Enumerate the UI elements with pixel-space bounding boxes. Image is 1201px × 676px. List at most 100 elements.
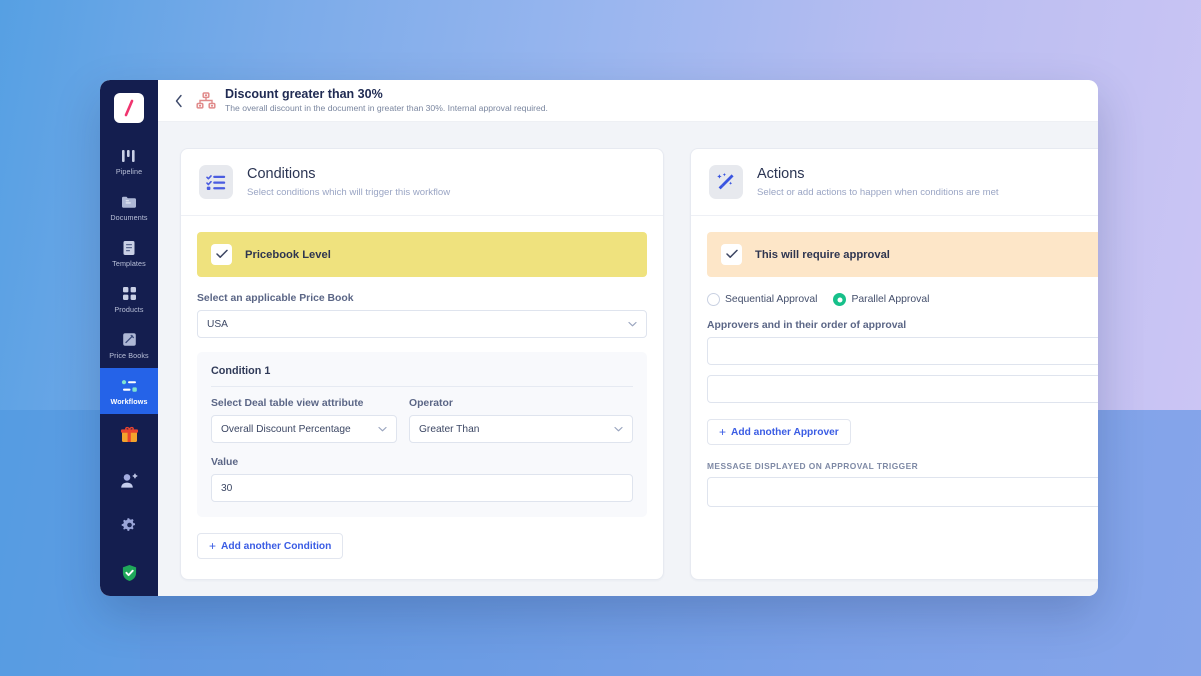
plus-icon: + [719,425,727,439]
conditions-panel-title: Conditions [247,166,316,183]
actions-panel-subtitle: Select or add actions to happen when con… [757,186,999,198]
chevron-down-icon [614,425,623,434]
gear-icon [121,518,138,540]
operator-select[interactable]: Greater Than [409,415,633,443]
require-approval-checkbox[interactable] [721,244,742,265]
page-title: Discount greater than 30% [225,86,383,101]
condition-title: Condition 1 [211,365,633,387]
add-approver-button[interactable]: + Add another Approver [707,419,851,445]
sidebar-item-templates[interactable]: Templates [100,230,158,276]
approval-message-label: MESSAGE DISPLAYED ON APPROVAL TRIGGER [707,461,919,471]
sidebar-item-workflows[interactable]: Workflows [100,368,158,414]
pricebook-level-block: Pricebook Level [197,232,647,277]
approver-input-2[interactable] [707,375,1098,403]
pricebook-level-checkbox[interactable] [211,244,232,265]
app-window: Pipeline Documents Templates Products Pr… [100,80,1098,596]
gift-icon [120,425,139,449]
radio-label: Sequential Approval [725,294,818,305]
sidebar-item-security[interactable] [100,552,158,596]
sidebar-item-price-books[interactable]: Price Books [100,322,158,368]
sidebar-item-products[interactable]: Products [100,276,158,322]
price-book-value: USA [207,318,228,330]
slash-logo[interactable] [114,93,144,123]
check-icon [215,246,228,264]
sidebar-item-label: Documents [110,212,148,222]
add-approver-label: Add another Approver [731,426,839,438]
operator-value: Greater Than [419,423,480,435]
sidebar: Pipeline Documents Templates Products Pr… [100,80,158,596]
attribute-value: Overall Discount Percentage [221,423,351,435]
sidebar-item-label: Workflows [110,396,148,406]
price-book-field-group: Select an applicable Price Book USA [197,293,647,338]
chevron-down-icon [628,320,637,329]
approval-mode-radio-group: Sequential Approval Parallel Approval [707,293,1098,306]
price-book-select[interactable]: USA [197,310,647,338]
documents-icon [120,193,138,211]
sidebar-item-documents[interactable]: Documents [100,184,158,230]
pricebook-level-label: Pricebook Level [245,248,331,261]
sidebar-item-label: Pipeline [115,166,143,176]
topbar: Discount greater than 30% The overall di… [158,80,1098,122]
sidebar-item-pipeline[interactable]: Pipeline [100,138,158,184]
require-approval-header[interactable]: This will require approval [707,232,1098,277]
radio-dot-selected [833,293,847,306]
shield-check-icon [121,564,138,587]
radio-sequential-approval[interactable]: Sequential Approval [707,293,817,306]
page-subtitle: The overall discount in the document in … [225,102,548,113]
value-field-group: Value 30 [211,457,633,502]
add-condition-row: + Add another Condition [197,533,647,559]
check-icon [725,246,738,264]
add-approver-row: + Add another Approver [707,419,1098,445]
condition-row: Select Deal table view attribute Overall… [211,398,633,443]
chevron-down-icon [378,425,387,434]
sidebar-item-add-user[interactable] [100,460,158,506]
products-icon [120,285,138,303]
checklist-icon [199,165,233,199]
value-input-text: 30 [221,482,233,494]
pricebook-level-header[interactable]: Pricebook Level [197,232,647,277]
actions-panel-title: Actions [757,166,805,183]
approval-message-input[interactable] [707,477,1098,507]
radio-label: Parallel Approval [851,294,930,305]
attribute-select[interactable]: Overall Discount Percentage [211,415,397,443]
sidebar-item-label: Price Books [109,350,149,360]
price-book-label: Select an applicable Price Book [197,293,354,304]
chevron-left-icon[interactable] [172,94,186,108]
add-user-icon [120,473,138,494]
require-approval-label: This will require approval [755,248,890,261]
actions-panel-body: This will require approval Sequential Ap… [691,216,1098,527]
actions-panel-header: Actions Select or add actions to happen … [691,149,1098,216]
actions-panel: Actions Select or add actions to happen … [690,148,1098,580]
operator-field-group: Operator Greater Than [409,398,633,443]
approver-input-1[interactable] [707,337,1098,365]
pipeline-icon [120,147,138,165]
require-approval-block: This will require approval [707,232,1098,277]
sidebar-item-label: Templates [112,258,146,268]
sidebar-item-gift[interactable] [100,414,158,460]
radio-dot [707,293,720,306]
attribute-field-group: Select Deal table view attribute Overall… [211,398,397,443]
conditions-panel: Conditions Select conditions which will … [180,148,664,580]
plus-icon: + [209,539,217,553]
add-condition-button[interactable]: + Add another Condition [197,533,344,559]
radio-parallel-approval[interactable]: Parallel Approval [833,293,929,306]
conditions-panel-body: Pricebook Level Select an applicable Pri… [181,216,663,579]
condition-card: Condition 1 Select Deal table view attri… [197,352,647,517]
header-text: Discount greater than 30% The overall di… [225,87,548,115]
approvers-label: Approvers and in their order of approval [707,320,907,331]
workflows-icon [120,377,138,395]
sidebar-item-label: Products [114,304,144,314]
add-condition-label: Add another Condition [221,540,332,552]
conditions-panel-subtitle: Select conditions which will trigger thi… [247,186,451,198]
operator-label: Operator [409,398,453,409]
templates-icon [120,239,138,257]
value-label: Value [211,457,239,468]
magic-wand-icon [709,165,743,199]
conditions-panel-header: Conditions Select conditions which will … [181,149,663,216]
content-area: Conditions Select conditions which will … [158,122,1098,596]
value-input[interactable]: 30 [211,474,633,502]
sidebar-item-settings[interactable] [100,506,158,552]
attribute-label: Select Deal table view attribute [211,398,364,409]
approval-message-group: MESSAGE DISPLAYED ON APPROVAL TRIGGER [707,461,1098,507]
price-books-icon [120,331,138,349]
